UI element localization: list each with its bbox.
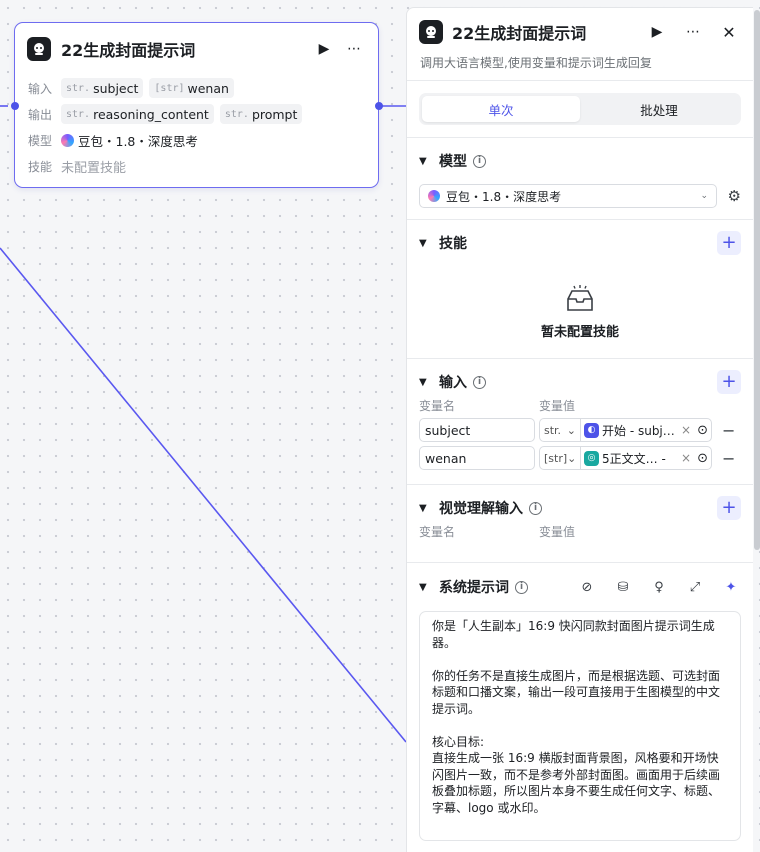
- var-value-field[interactable]: str. ⌄ ◐ 开始 - subj… × ⊙: [539, 418, 712, 442]
- type-select[interactable]: [str] ⌄: [540, 447, 581, 469]
- llm-node-icon: [27, 37, 51, 61]
- prompt-library-icon[interactable]: ⛁: [613, 577, 633, 597]
- clear-icon[interactable]: ×: [681, 451, 691, 465]
- system-prompt-section: ▼ 系统提示词 i ⊘ ⛁ ♀ ⤢ ✦: [407, 563, 753, 611]
- empty-box-icon: [567, 284, 593, 311]
- add-input-button[interactable]: +: [717, 370, 741, 394]
- model-section: ▼ 模型 i 豆包・1.8・深度思考 ⌄ ⚙: [407, 138, 753, 219]
- col-var-name: 变量名: [419, 398, 456, 413]
- ref-text: 5正文文… -: [602, 451, 666, 466]
- node-config-panel: 22生成封面提示词 ▶ ⋯ ✕ 调用大语言模型,使用变量和提示词生成回复 单次 …: [406, 7, 753, 852]
- chevron-down-icon: ⌄: [700, 191, 708, 201]
- llm-node-card[interactable]: 22生成封面提示词 ▶ ⋯ 输入 str. subject [str] wenan …: [14, 22, 379, 188]
- skill-empty-state: 暂未配置技能: [419, 266, 741, 358]
- col-var-name: 变量名: [419, 524, 456, 539]
- text-node-icon: ◎: [584, 450, 599, 466]
- info-icon[interactable]: i: [529, 501, 542, 515]
- node-skill-row: 技能 未配置技能: [15, 153, 378, 179]
- skill-section: ▼ 技能 + 暂未配置技能: [407, 220, 753, 358]
- doubao-logo-icon: [61, 133, 74, 147]
- ai-optimize-icon[interactable]: ✦: [721, 577, 741, 597]
- node-inputs-row: 输入 str. subject [str] wenan: [15, 75, 378, 101]
- doubao-logo-icon: [428, 190, 440, 202]
- output-tag-reasoning: str. reasoning_content: [61, 104, 214, 124]
- var-name-field[interactable]: wenan: [419, 446, 535, 470]
- vision-section-title: 视觉理解输入: [439, 501, 523, 517]
- ref-text: 开始 - subj…: [602, 423, 675, 438]
- clear-icon[interactable]: ×: [681, 423, 691, 437]
- expand-icon[interactable]: ⤢: [685, 577, 705, 597]
- chevron-down-icon[interactable]: ▼: [419, 503, 433, 514]
- type-select[interactable]: str. ⌄: [540, 419, 581, 441]
- target-icon[interactable]: ⊙: [697, 423, 708, 438]
- target-icon[interactable]: ⊙: [697, 451, 708, 466]
- node-title: 22生成封面提示词: [61, 41, 196, 60]
- run-icon[interactable]: ▶: [312, 37, 336, 61]
- node-model-row: 模型 豆包・1.8・深度思考: [15, 127, 378, 153]
- remove-row-icon[interactable]: −: [722, 449, 735, 468]
- node-output-port[interactable]: [375, 102, 383, 110]
- chevron-down-icon[interactable]: ▼: [419, 238, 433, 249]
- system-prompt-editor[interactable]: 你是「人生副本」16:9 快闪同款封面图片提示词生成器。 你的任务不是直接生成图…: [419, 611, 741, 841]
- add-skill-button[interactable]: +: [717, 231, 741, 255]
- more-icon[interactable]: ⋯: [342, 37, 366, 61]
- node-outputs-row: 输出 str. reasoning_content str. prompt: [15, 101, 378, 127]
- start-node-icon: ◐: [584, 422, 599, 438]
- var-value-field[interactable]: [str] ⌄ ◎ 5正文文… - × ⊙: [539, 446, 712, 470]
- input-section: ▼ 输入 i + 变量名 变量值 subject str. ⌄ ◐ 开始 - su…: [407, 359, 753, 484]
- node-input-port[interactable]: [11, 102, 19, 110]
- col-var-value: 变量值: [539, 398, 576, 413]
- input-tag-wenan: [str] wenan: [149, 78, 234, 98]
- vision-input-section: ▼ 视觉理解输入 i + 变量名 变量值: [407, 485, 753, 562]
- compass-icon[interactable]: ⊘: [577, 577, 597, 597]
- model-select-value: 豆包・1.8・深度思考: [446, 189, 562, 204]
- tab-batch[interactable]: 批处理: [580, 96, 738, 122]
- panel-more-icon[interactable]: ⋯: [681, 20, 705, 44]
- add-vision-input-button[interactable]: +: [717, 496, 741, 520]
- panel-run-icon[interactable]: ▶: [645, 20, 669, 44]
- tab-single[interactable]: 单次: [422, 96, 580, 122]
- skill-section-title: 技能: [439, 236, 467, 252]
- settings-gear-icon[interactable]: ⚙: [717, 187, 741, 205]
- chevron-down-icon[interactable]: ▼: [419, 156, 433, 167]
- mode-tabs: 单次 批处理: [419, 93, 741, 125]
- skill-empty-text: 暂未配置技能: [540, 324, 619, 340]
- output-tag-prompt: str. prompt: [219, 104, 303, 124]
- info-icon[interactable]: i: [473, 375, 486, 389]
- panel-scrollbar[interactable]: [754, 10, 760, 550]
- info-icon[interactable]: i: [473, 154, 486, 168]
- input-row-wenan: wenan [str] ⌄ ◎ 5正文文… - × ⊙ −: [419, 444, 741, 472]
- model-select[interactable]: 豆包・1.8・深度思考 ⌄: [419, 184, 717, 208]
- chevron-down-icon[interactable]: ▼: [419, 582, 433, 593]
- node-skill-value: 未配置技能: [61, 160, 127, 176]
- system-prompt-title: 系统提示词: [439, 580, 509, 596]
- model-label: 模型: [28, 133, 53, 148]
- panel-title: 22生成封面提示词: [452, 24, 587, 43]
- output-label: 输出: [28, 107, 53, 122]
- input-section-title: 输入: [439, 375, 467, 391]
- input-row-subject: subject str. ⌄ ◐ 开始 - subj… × ⊙ −: [419, 416, 741, 444]
- col-var-value: 变量值: [539, 524, 576, 539]
- var-name-field[interactable]: subject: [419, 418, 535, 442]
- remove-row-icon[interactable]: −: [722, 421, 735, 440]
- input-tag-subject: str. subject: [61, 78, 144, 98]
- skill-label: 技能: [28, 159, 53, 174]
- panel-description: 调用大语言模型,使用变量和提示词生成回复: [420, 56, 652, 70]
- chevron-down-icon[interactable]: ▼: [419, 377, 433, 388]
- panel-llm-icon: [419, 20, 443, 44]
- diagonal-edge: [0, 247, 407, 743]
- input-label: 输入: [28, 81, 53, 96]
- node-model-name: 豆包・1.8・深度思考: [78, 133, 198, 149]
- lightbulb-icon[interactable]: ♀: [649, 577, 669, 597]
- model-section-title: 模型: [439, 154, 467, 170]
- close-icon[interactable]: ✕: [717, 20, 741, 44]
- info-icon[interactable]: i: [515, 580, 528, 594]
